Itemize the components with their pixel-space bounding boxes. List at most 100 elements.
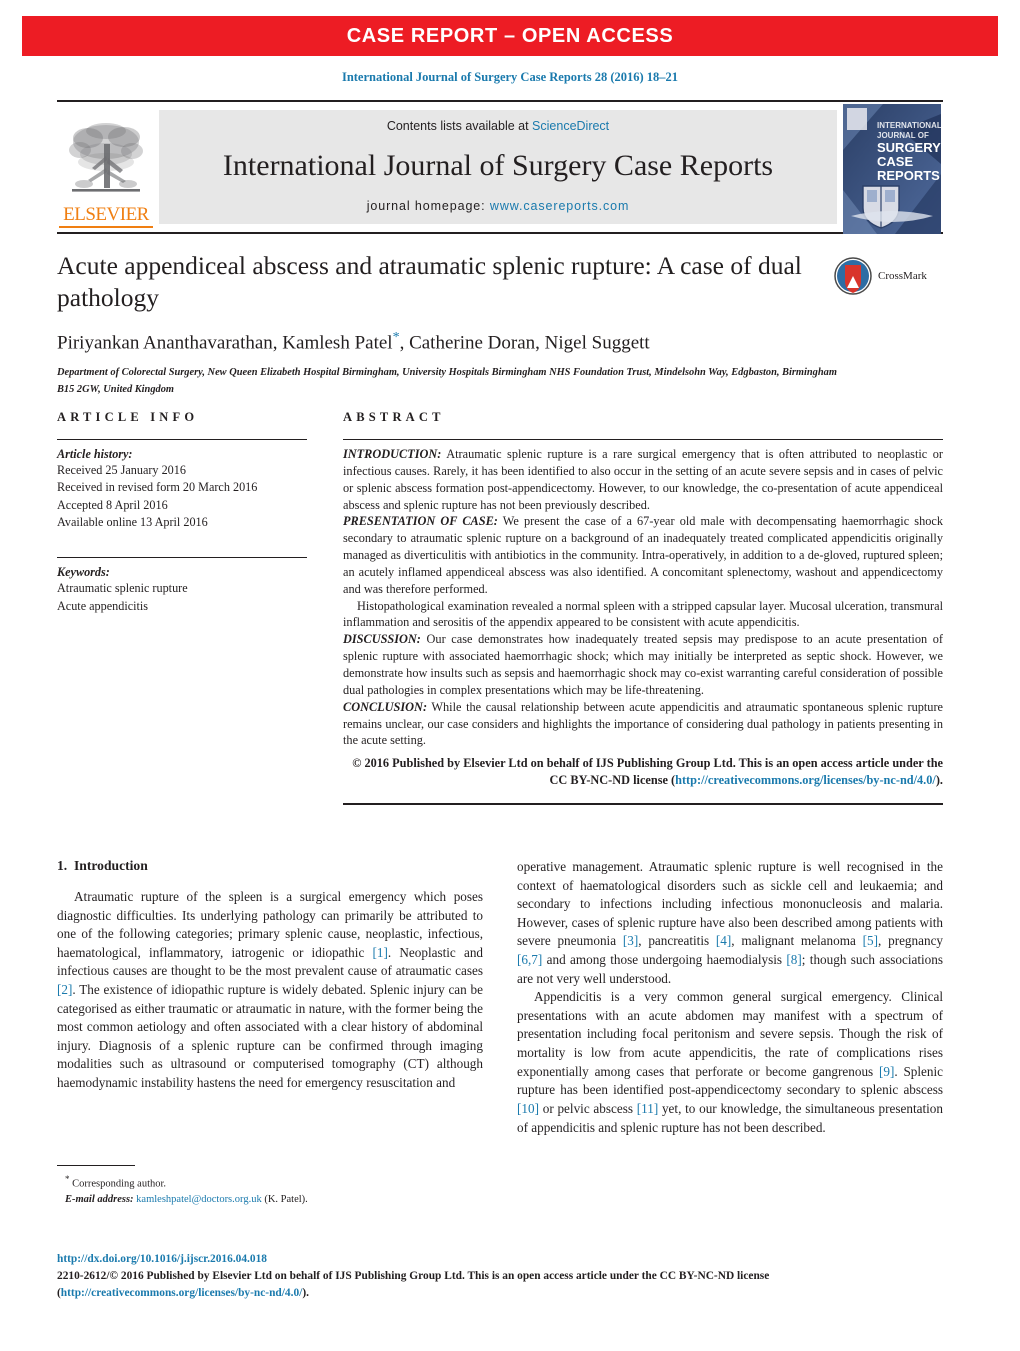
authors-part-1: Piriyankan Ananthavarathan, Kamlesh Pate…: [57, 332, 393, 354]
journal-homepage-line: journal homepage: www.casereports.com: [367, 199, 630, 213]
abstract-paragraph: Histopathological examination revealed a…: [343, 598, 943, 632]
abstract-paragraph: PRESENTATION OF CASE: We present the cas…: [343, 513, 943, 597]
crossmark-badge[interactable]: CrossMark: [833, 254, 943, 298]
copyright-suffix: ).: [935, 773, 943, 788]
abstract-lead: CONCLUSION:: [343, 699, 428, 714]
email-suffix: (K. Patel).: [261, 1194, 308, 1206]
article-info-divider: [57, 439, 307, 440]
doi-link[interactable]: http://dx.doi.org/10.1016/j.ijscr.2016.0…: [57, 1251, 957, 1268]
citation-ref[interactable]: [1]: [373, 945, 388, 960]
author-email-link[interactable]: kamleshpatel@doctors.org.uk: [136, 1194, 262, 1205]
issn-copyright-line: 2210-2612/© 2016 Published by Elsevier L…: [57, 1268, 957, 1301]
svg-text:INTERNATIONAL: INTERNATIONAL: [877, 121, 941, 130]
case-report-banner: CASE REPORT – OPEN ACCESS: [22, 16, 998, 56]
abstract-divider: [343, 439, 943, 440]
body-paragraph: Appendicitis is a very common general su…: [517, 988, 943, 1137]
info-abstract-region: ARTICLE INFO Article history: Received 2…: [57, 410, 943, 805]
elsevier-logo: ELSEVIER: [57, 102, 155, 232]
history-item: Accepted 8 April 2016: [57, 497, 168, 512]
abstract-heading: ABSTRACT: [343, 410, 445, 424]
email-address-label: E-mail address:: [65, 1194, 134, 1206]
citation-ref[interactable]: [8]: [786, 952, 801, 967]
corresponding-author-footnote: * Corresponding author. E-mail address: …: [57, 1165, 483, 1208]
abstract-column: ABSTRACT INTRODUCTION: Atraumatic spleni…: [343, 410, 943, 805]
sciencedirect-link[interactable]: ScienceDirect: [532, 119, 609, 133]
cc-license-link-part1[interactable]: http://creativecommons.: [61, 1287, 179, 1299]
svg-text:CASE: CASE: [877, 154, 913, 169]
banner-label: CASE REPORT – OPEN ACCESS: [346, 24, 674, 47]
body-columns: 1. Introduction Atraumatic rupture of th…: [57, 858, 943, 1137]
authors-part-2: , Catherine Doran, Nigel Suggett: [399, 332, 650, 354]
page-title: Acute appendiceal abscess and atraumatic…: [57, 251, 802, 313]
author-list: Piriyankan Ananthavarathan, Kamlesh Pate…: [57, 330, 943, 355]
corresponding-author-marker: *: [392, 330, 400, 346]
title-block: Acute appendiceal abscess and atraumatic…: [57, 250, 943, 398]
abstract-bottom-rule: [343, 802, 943, 805]
elsevier-tree-icon: [69, 122, 143, 192]
footnote-email-line: E-mail address: kamleshpatel@doctors.org…: [57, 1192, 483, 1208]
body-paragraph: Atraumatic rupture of the spleen is a su…: [57, 888, 483, 1093]
paragraph-text: or pelvic abscess: [538, 1100, 637, 1116]
body-column-right: operative management. Atraumatic splenic…: [517, 858, 943, 1137]
abstract-paragraph: CONCLUSION: While the causal relationshi…: [343, 699, 943, 750]
footnote-rule: [57, 1165, 135, 1166]
keyword-item: Atraumatic splenic rupture: [57, 581, 188, 596]
footnote-corresponding-text: Corresponding author.: [69, 1178, 167, 1190]
footer-doi-block: http://dx.doi.org/10.1016/j.ijscr.2016.0…: [57, 1251, 957, 1301]
paragraph-text: , malignant melanoma: [731, 933, 863, 949]
author-affiliation: Department of Colorectal Surgery, New Qu…: [57, 367, 837, 395]
citation-ref[interactable]: [6,7]: [517, 952, 542, 967]
paragraph-text: , pancreatitis: [638, 933, 716, 949]
article-info-heading: ARTICLE INFO: [57, 410, 199, 424]
section-number: 1.: [57, 858, 68, 873]
homepage-prefix: journal homepage:: [366, 199, 490, 213]
paragraph-text: , pregnancy: [878, 933, 944, 949]
citation-ref[interactable]: [2]: [57, 982, 72, 997]
elsevier-wordmark: ELSEVIER: [63, 203, 149, 225]
abstract-lead: PRESENTATION OF CASE:: [343, 514, 498, 529]
paper-page: CASE REPORT – OPEN ACCESS International …: [0, 0, 1020, 1351]
journal-homepage-link[interactable]: www.casereports.com: [490, 199, 629, 213]
keywords-label: Keywords:: [57, 565, 110, 580]
abstract-text: Our case demonstrates how inadequately t…: [343, 632, 943, 697]
article-history-label: Article history:: [57, 447, 133, 461]
contents-list-line: Contents lists available at ScienceDirec…: [387, 119, 609, 133]
abstract-lead: INTRODUCTION:: [343, 447, 442, 461]
citation-ref[interactable]: [9]: [879, 1064, 894, 1079]
citation-ref[interactable]: [5]: [863, 933, 878, 948]
cc-license-link[interactable]: http://creativecommons.org/licenses/by-n…: [675, 773, 936, 787]
history-item: Available online 13 April 2016: [57, 514, 208, 529]
abstract-text: While the causal relationship between ac…: [343, 699, 943, 748]
citation-ref[interactable]: [4]: [716, 933, 731, 948]
elsevier-orange-rule: [59, 225, 153, 228]
crossmark-icon: [834, 257, 872, 295]
abstract-paragraph: DISCUSSION: Our case demonstrates how in…: [343, 631, 943, 698]
paragraph-text: . The existence of idiopathic rupture is…: [57, 982, 483, 1091]
abstract-text: Histopathological examination revealed a…: [343, 598, 943, 630]
svg-text:REPORTS: REPORTS: [877, 168, 940, 183]
history-item: Received 25 January 2016: [57, 463, 186, 477]
abstract-copyright: © 2016 Published by Elsevier Ltd on beha…: [343, 755, 943, 789]
section-title: Introduction: [74, 858, 148, 873]
journal-masthead: ELSEVIER Contents lists available at Sci…: [57, 100, 943, 234]
footnote-corresponding-line: * Corresponding author.: [57, 1173, 483, 1192]
svg-text:SURGERY: SURGERY: [877, 140, 941, 155]
abstract-paragraph: INTRODUCTION: Atraumatic splenic rupture…: [343, 446, 943, 513]
keywords-divider: [57, 557, 307, 559]
citation-ref[interactable]: [3]: [623, 933, 638, 948]
contents-prefix: Contents lists available at: [386, 119, 533, 133]
cc-license-link-part2[interactable]: org/licenses/by-nc-nd/4.0/: [179, 1287, 303, 1299]
journal-reference-line: International Journal of Surgery Case Re…: [341, 70, 679, 84]
history-item: Received in revised form 20 March 2016: [57, 480, 258, 495]
svg-text:JOURNAL OF: JOURNAL OF: [877, 131, 929, 140]
article-info-column: ARTICLE INFO Article history: Received 2…: [57, 410, 307, 805]
journal-cover-image: INTERNATIONAL JOURNAL OF SURGERY CASE RE…: [843, 104, 941, 234]
journal-title: International Journal of Surgery Case Re…: [222, 149, 774, 183]
journal-cover-thumbnail: INTERNATIONAL JOURNAL OF SURGERY CASE RE…: [843, 102, 943, 234]
crossmark-label: CrossMark: [878, 270, 927, 282]
issn-suffix: ).: [302, 1286, 309, 1299]
citation-ref[interactable]: [11]: [637, 1101, 658, 1116]
masthead-center: Contents lists available at ScienceDirec…: [159, 110, 837, 224]
citation-ref[interactable]: [10]: [517, 1101, 539, 1116]
keyword-item: Acute appendicitis: [57, 598, 149, 613]
